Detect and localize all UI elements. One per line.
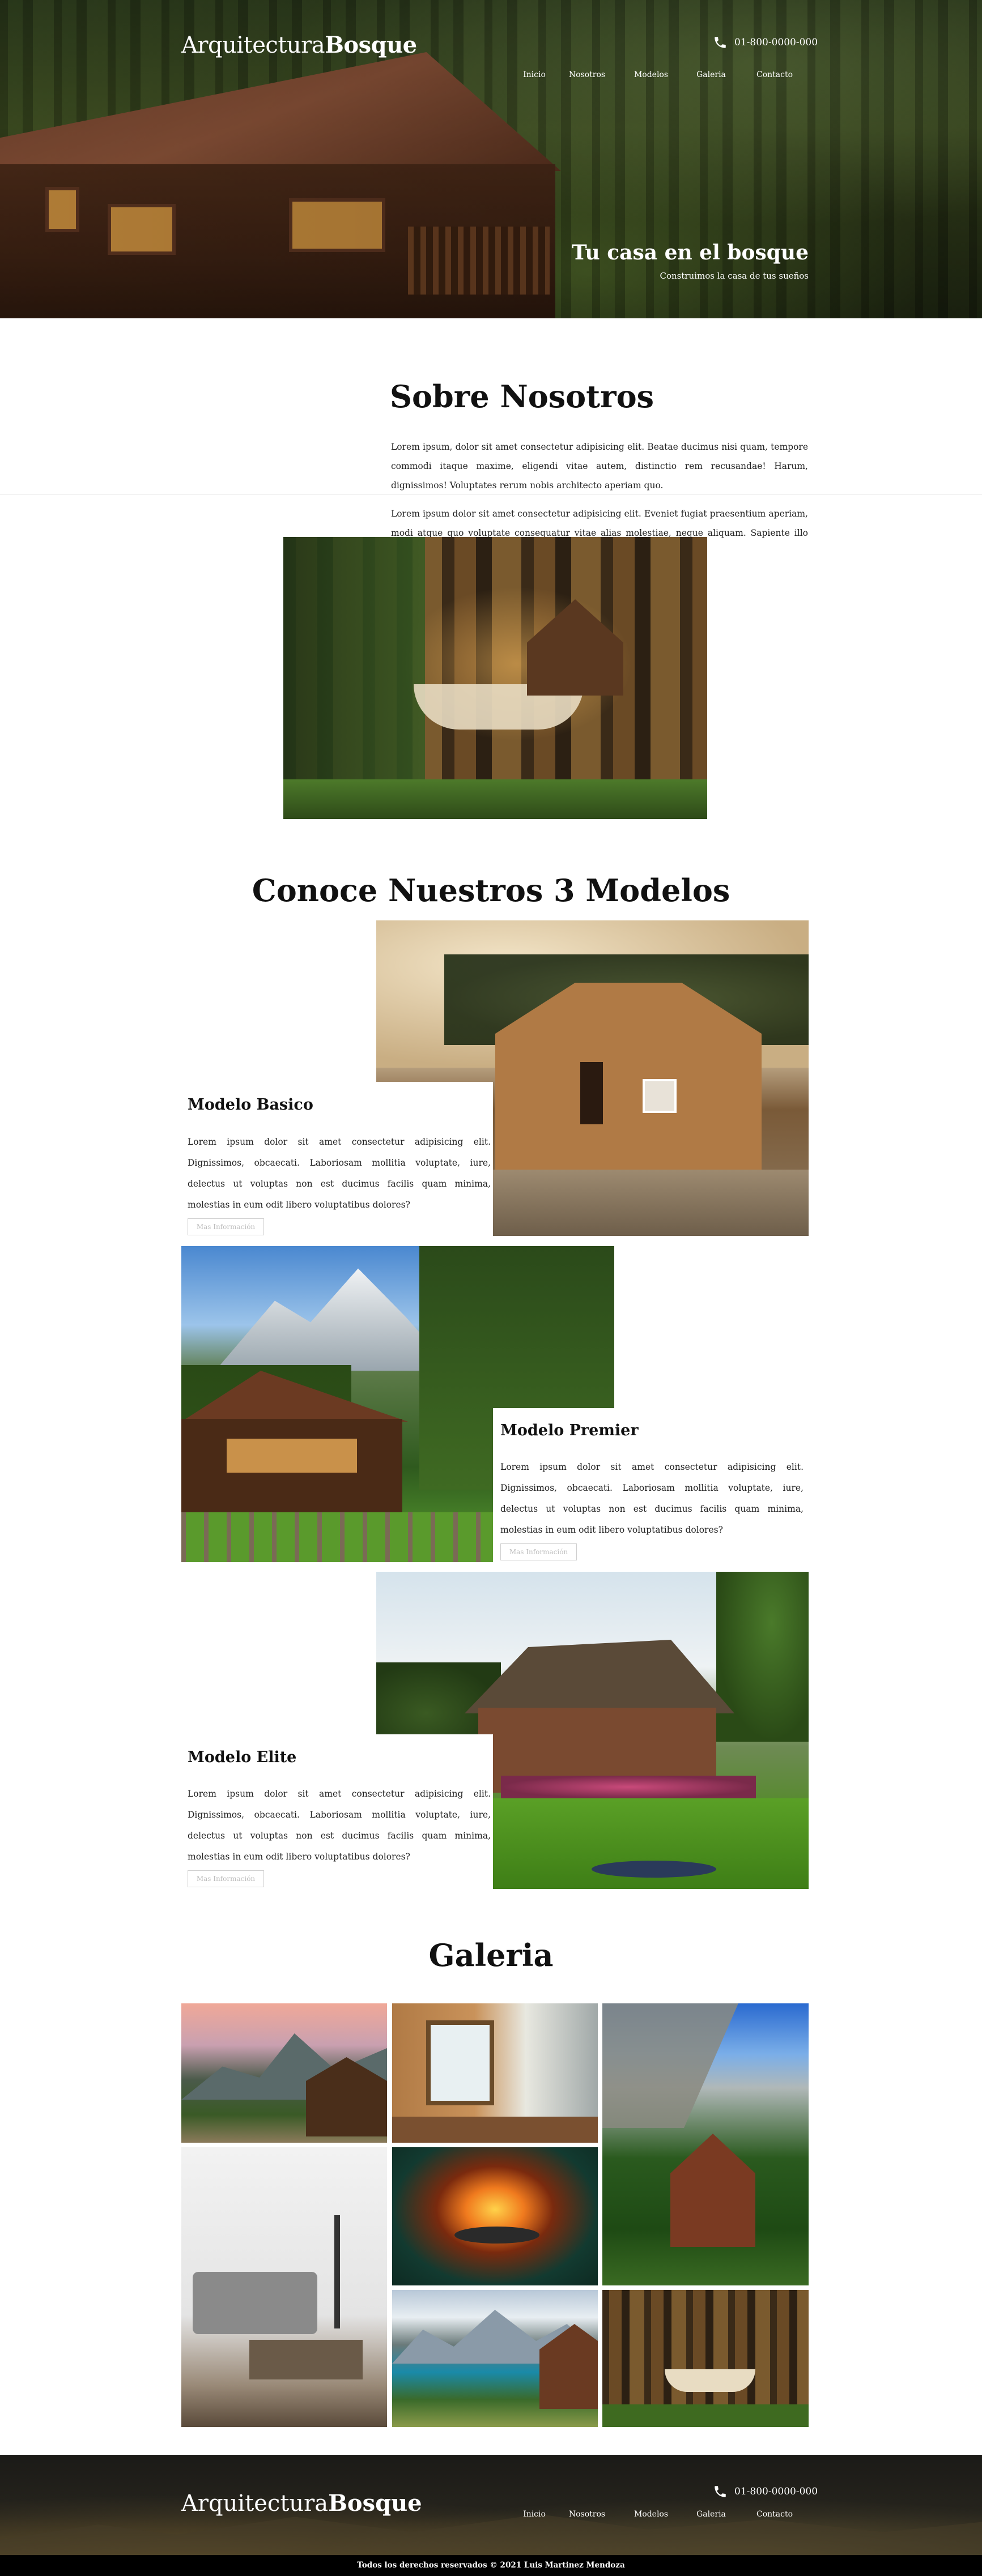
model-basico-title: Modelo Basico (188, 1096, 313, 1114)
footer-phone-number: 01-800-0000-000 (734, 2486, 818, 2497)
phone-icon (715, 37, 726, 48)
header-phone[interactable]: 01-800-0000-000 (713, 35, 818, 50)
footer-phone[interactable]: 01-800-0000-000 (713, 2484, 818, 2499)
model-premier-description: Lorem ipsum dolor sit amet consectetur a… (500, 1462, 804, 1535)
brand-bold: Bosque (325, 32, 417, 58)
footer-nav-item-nosotros[interactable]: Nosotros (555, 2510, 619, 2519)
footer-nav-item-galeria[interactable]: Galeria (683, 2510, 739, 2519)
gallery-image-interior-room[interactable] (392, 2003, 598, 2143)
footer-nav-item-inicio[interactable]: Inicio (514, 2510, 555, 2519)
phone-icon (715, 2486, 726, 2497)
footer-nav-item-modelos[interactable]: Modelos (619, 2510, 683, 2519)
nav-item-nosotros[interactable]: Nosotros (555, 70, 619, 79)
footer-brand-bold: Bosque (328, 2490, 422, 2517)
copyright-text: Todos los derechos reservados © 2021 Lui… (0, 2555, 982, 2576)
footer-mountain-background (0, 2514, 982, 2555)
model-basico-description: Lorem ipsum dolor sit amet consectetur a… (188, 1137, 491, 1210)
model-elite-more-button[interactable]: Mas Información (188, 1870, 264, 1887)
about-title: Sobre Nosotros (390, 378, 654, 415)
about-hammock-cabin-image (283, 537, 707, 819)
brand-logo[interactable]: ArquitecturaBosque (181, 32, 417, 58)
model-premier-more-button[interactable]: Mas Información (500, 1543, 577, 1560)
footer-nav: Inicio Nosotros Modelos Galeria Contacto (514, 2510, 810, 2519)
hero-shade (0, 0, 982, 318)
model-basico-more-button[interactable]: Mas Información (188, 1218, 264, 1235)
nav-item-contacto[interactable]: Contacto (739, 70, 810, 79)
models-title: Conoce Nuestros 3 Modelos (252, 872, 730, 909)
nav-item-inicio[interactable]: Inicio (514, 70, 555, 79)
nav-item-modelos[interactable]: Modelos (619, 70, 683, 79)
hero-title: Tu casa en el bosque (572, 241, 809, 265)
phone-number: 01-800-0000-000 (734, 37, 818, 48)
gallery-image-lake-mountains[interactable] (392, 2290, 598, 2427)
gallery-title: Galeria (428, 1937, 554, 1973)
gallery-image-forest-cabin[interactable] (602, 2003, 809, 2285)
gallery-image-mountain-cabin[interactable] (181, 2003, 387, 2143)
main-nav: Inicio Nosotros Modelos Galeria Contacto (514, 70, 810, 79)
footer-nav-item-contacto[interactable]: Contacto (739, 2510, 810, 2519)
model-elite-description: Lorem ipsum dolor sit amet consectetur a… (188, 1789, 491, 1862)
nav-item-galeria[interactable]: Galeria (683, 70, 739, 79)
gallery-image-living-room[interactable] (181, 2147, 387, 2427)
about-paragraph: Lorem ipsum, dolor sit amet consectetur … (391, 442, 808, 491)
gallery-image-hammock-cabin[interactable] (602, 2290, 809, 2427)
hero-header (0, 0, 982, 318)
footer-brand-logo[interactable]: ArquitecturaBosque (181, 2490, 422, 2517)
brand-regular: Arquitectura (181, 32, 325, 58)
footer (0, 2455, 982, 2555)
footer-brand-regular: Arquitectura (181, 2490, 329, 2517)
gallery-image-fire-pit[interactable] (392, 2147, 598, 2285)
hero-subtitle: Construimos la casa de tus sueños (660, 271, 809, 281)
model-elite-title: Modelo Elite (188, 1748, 297, 1766)
model-premier-title: Modelo Premier (500, 1422, 639, 1439)
